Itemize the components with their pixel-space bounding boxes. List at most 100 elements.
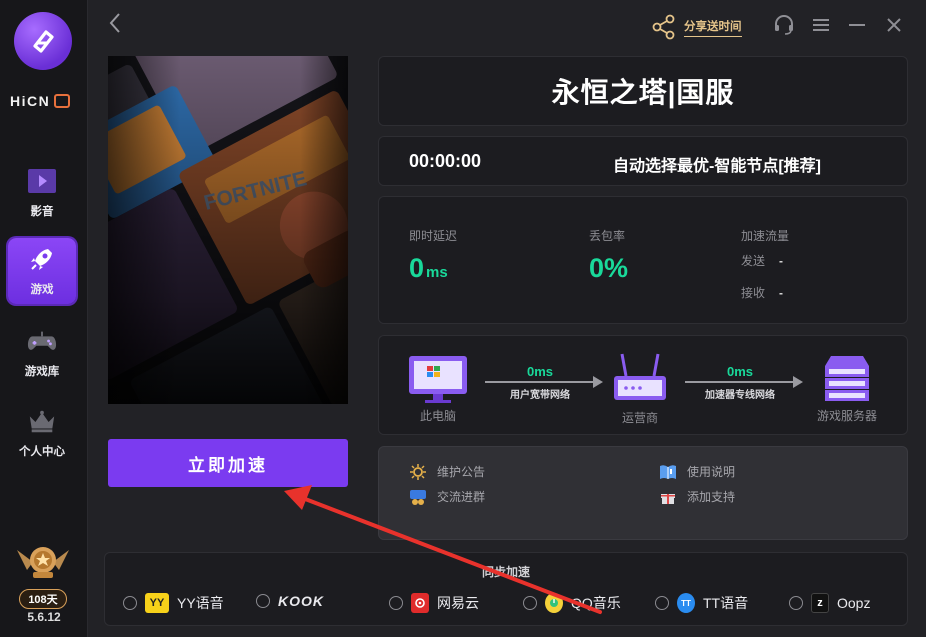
radio-button[interactable] bbox=[655, 596, 669, 610]
join-group-link[interactable]: 交流进群 bbox=[409, 488, 485, 505]
accelerate-button[interactable]: 立即加速 bbox=[108, 439, 348, 487]
menu-button[interactable] bbox=[810, 14, 832, 36]
sidebar-item-game[interactable]: 游戏 bbox=[8, 238, 76, 304]
link1-latency: 0ms bbox=[526, 364, 554, 379]
sync-app-ttvoice[interactable]: TT TT语音 bbox=[655, 593, 748, 613]
sidebar-item-label: 影音 bbox=[30, 206, 54, 218]
group-chat-icon bbox=[409, 489, 427, 505]
link-dedicated: 0ms 加速器专线网络 bbox=[685, 364, 803, 401]
notice-panel: 维护公告 交流进群 使用说明 添加支持 bbox=[378, 446, 908, 540]
sync-accelerate-panel: 同步加速 YY YY语音 KOOK 网易云 QQ音乐 TT TT语音 z Oop… bbox=[104, 552, 908, 626]
maintenance-label: 维护公告 bbox=[437, 465, 486, 479]
video-play-icon bbox=[27, 167, 57, 195]
close-button[interactable] bbox=[883, 14, 905, 36]
sun-gear-icon bbox=[409, 463, 427, 480]
sync-app-yy[interactable]: YY YY语音 bbox=[123, 593, 224, 613]
sync-app-oopz[interactable]: z Oopz bbox=[789, 593, 870, 613]
game-collage-image: FORTNITE bbox=[108, 56, 348, 404]
sync-app-label: TT语音 bbox=[703, 595, 749, 611]
sync-app-label: QQ音乐 bbox=[571, 595, 621, 611]
send-row: 发送 - bbox=[741, 252, 783, 269]
support-link[interactable]: 添加支持 bbox=[659, 488, 735, 505]
sync-app-label: Oopz bbox=[837, 595, 871, 611]
manual-link[interactable]: 使用说明 bbox=[659, 463, 735, 480]
latency-unit: ms bbox=[426, 264, 448, 281]
link1-desc: 用户宽带网络 bbox=[510, 390, 570, 401]
vip-badge[interactable]: 108天 bbox=[10, 540, 76, 609]
latency-value: 0 ms bbox=[409, 253, 448, 284]
game-title: 永恒之塔|国服 bbox=[551, 77, 735, 108]
minimize-button[interactable] bbox=[846, 14, 868, 36]
netease-music-icon bbox=[411, 593, 429, 613]
sync-app-qqmusic[interactable]: QQ音乐 bbox=[523, 593, 621, 613]
sidebar-item-label: 游戏库 bbox=[24, 366, 60, 378]
sync-app-kook[interactable]: KOOK bbox=[256, 593, 324, 609]
packet-loss-value: 0% bbox=[589, 253, 629, 283]
computer-icon bbox=[409, 356, 467, 403]
send-value: - bbox=[779, 254, 784, 268]
share-icon bbox=[652, 14, 675, 40]
game-cover-image: FORTNITE bbox=[108, 56, 348, 404]
qq-music-icon bbox=[545, 593, 563, 613]
radio-button[interactable] bbox=[789, 596, 803, 610]
server-icon bbox=[825, 356, 869, 401]
headset-icon bbox=[775, 15, 793, 35]
share-button[interactable]: 分享送时间 bbox=[652, 14, 742, 40]
book-icon bbox=[659, 464, 677, 480]
oopz-logo-icon: z bbox=[811, 593, 829, 613]
pc-label: 此电脑 bbox=[419, 409, 456, 423]
crown-icon bbox=[27, 407, 57, 435]
rocket-icon bbox=[27, 245, 57, 273]
hicn-logo-icon bbox=[33, 30, 54, 53]
packet-loss-label: 丢包率 bbox=[589, 229, 626, 243]
back-button[interactable] bbox=[108, 12, 122, 40]
sidebar-item-profile[interactable]: 个人中心 bbox=[8, 400, 76, 466]
link2-desc: 加速器专线网络 bbox=[705, 390, 775, 401]
tt-voice-icon: TT bbox=[677, 593, 695, 613]
server-label: 游戏服务器 bbox=[816, 409, 877, 423]
vip-wings-icon bbox=[17, 547, 69, 578]
support-label: 添加支持 bbox=[687, 490, 736, 504]
share-label: 分享送时间 bbox=[684, 18, 742, 37]
brand-name: HiCN bbox=[10, 93, 80, 109]
maintenance-link[interactable]: 维护公告 bbox=[409, 463, 485, 480]
customer-service-button[interactable] bbox=[773, 14, 795, 36]
link-broadband: 0ms 用户宽带网络 bbox=[485, 364, 603, 401]
yy-logo-icon: YY bbox=[145, 593, 169, 613]
chevron-left-icon bbox=[109, 13, 120, 33]
isp-node: 运营商 bbox=[607, 350, 673, 426]
app-logo[interactable] bbox=[14, 12, 72, 70]
traffic-label: 加速流量 bbox=[741, 229, 790, 243]
gift-icon[interactable] bbox=[54, 94, 71, 108]
stats-panel: 即时延迟 0 ms 丢包率 0% 加速流量 发送 - 接收 - bbox=[378, 196, 908, 324]
close-icon bbox=[887, 18, 901, 32]
isp-label: 运营商 bbox=[621, 411, 658, 425]
accel-timer: 00:00:00 bbox=[409, 151, 482, 171]
radio-button[interactable] bbox=[256, 594, 270, 608]
sidebar: HiCN 影音 游戏 游戏库 个人中心 108天 5.6.12 bbox=[0, 0, 88, 637]
brand-label: HiCN bbox=[10, 93, 51, 109]
network-diagram: 此电脑 0ms 用户宽带网络 运营商 0ms 加速器专线网络 游戏服务器 bbox=[378, 335, 908, 435]
router-icon bbox=[614, 353, 666, 400]
pc-node: 此电脑 bbox=[405, 354, 471, 424]
radio-button[interactable] bbox=[123, 596, 137, 610]
latency-number: 0 bbox=[409, 253, 425, 283]
link1-arrow bbox=[485, 376, 603, 388]
sidebar-item-library[interactable]: 游戏库 bbox=[8, 320, 76, 386]
sync-app-label: 网易云 bbox=[437, 595, 479, 611]
radio-button[interactable] bbox=[389, 596, 403, 610]
recv-label: 接收 bbox=[741, 286, 766, 300]
sidebar-item-video[interactable]: 影音 bbox=[8, 160, 76, 226]
server-node: 游戏服务器 bbox=[807, 354, 887, 424]
gamepad-icon bbox=[27, 327, 57, 355]
send-label: 发送 bbox=[741, 254, 766, 268]
sync-title: 同步加速 bbox=[481, 565, 530, 579]
radio-button[interactable] bbox=[523, 596, 537, 610]
node-selector[interactable]: 自动选择最优-智能节点[推荐] bbox=[613, 152, 821, 176]
hamburger-menu-icon bbox=[813, 19, 829, 31]
minimize-icon bbox=[849, 24, 865, 26]
sync-app-label: YY语音 bbox=[177, 595, 224, 611]
sync-app-netease[interactable]: 网易云 bbox=[389, 593, 479, 613]
vip-days: 108天 bbox=[19, 589, 67, 609]
link2-latency: 0ms bbox=[726, 364, 754, 379]
